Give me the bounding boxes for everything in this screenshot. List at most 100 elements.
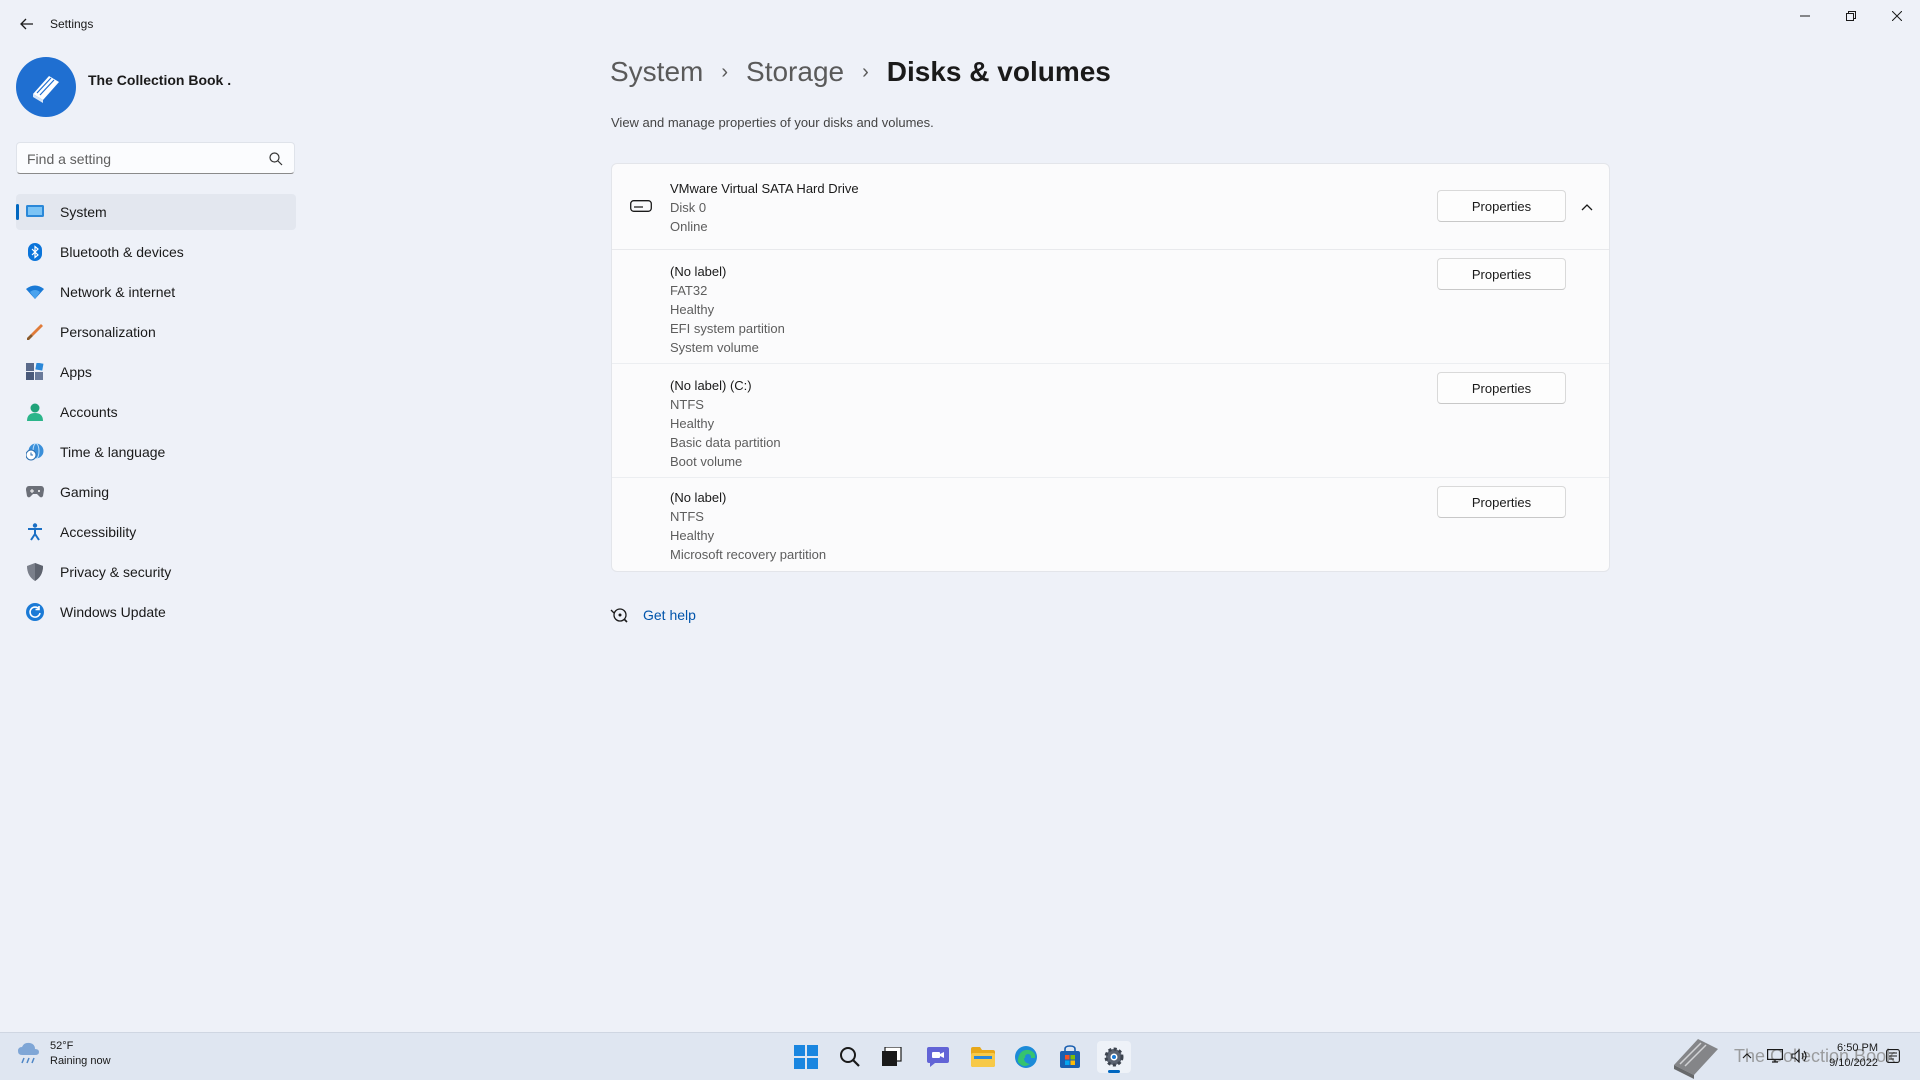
disk-info: VMware Virtual SATA Hard Drive Disk 0 On… — [670, 179, 859, 236]
tray-overflow-button[interactable] — [1738, 1047, 1756, 1065]
disk-number: Disk 0 — [670, 200, 707, 215]
rain-cloud-icon — [18, 1042, 39, 1064]
close-button[interactable] — [1874, 0, 1920, 32]
sidebar-item-label: Apps — [60, 364, 92, 380]
sidebar-item-label: Bluetooth & devices — [60, 244, 184, 260]
volume-health: Healthy — [670, 416, 715, 431]
page-subtitle: View and manage properties of your disks… — [611, 115, 934, 130]
avatar[interactable] — [16, 57, 76, 117]
shield-icon — [26, 563, 44, 581]
sidebar-item-personalization[interactable]: Personalization — [16, 314, 296, 350]
sidebar-item-accessibility[interactable]: Accessibility — [16, 514, 296, 550]
taskbar-clock[interactable]: 6:50 PM 9/10/2022 — [1808, 1041, 1878, 1071]
back-button[interactable] — [14, 12, 40, 36]
update-icon — [26, 603, 44, 621]
store-icon — [1060, 1045, 1080, 1068]
search-box[interactable] — [16, 142, 295, 174]
volume-tray-button[interactable] — [1790, 1047, 1808, 1065]
book-logo-icon — [1674, 1039, 1718, 1079]
sidebar-item-bluetooth[interactable]: Bluetooth & devices — [16, 234, 296, 270]
sidebar-item-label: Privacy & security — [60, 564, 172, 580]
volume-properties-button[interactable]: Properties — [1437, 372, 1566, 404]
disk-properties-button[interactable]: Properties — [1437, 190, 1566, 222]
task-view-button[interactable] — [875, 1041, 909, 1073]
volume-info: (No label) NTFS Healthy Microsoft recove… — [670, 488, 826, 564]
volume-label: (No label) — [670, 264, 727, 279]
notification-icon — [1886, 1049, 1900, 1063]
sidebar-item-label: Accounts — [60, 404, 118, 420]
wifi-icon — [26, 283, 44, 301]
minimize-button[interactable] — [1782, 0, 1828, 32]
edge-button[interactable] — [1009, 1041, 1043, 1073]
notification-button[interactable] — [1884, 1047, 1902, 1065]
volume-info: (No label) (C:) NTFS Healthy Basic data … — [670, 376, 781, 471]
taskbar-search-button[interactable] — [833, 1041, 867, 1073]
store-button[interactable] — [1053, 1041, 1087, 1073]
volume-properties-button[interactable]: Properties — [1437, 258, 1566, 290]
get-help-label: Get help — [643, 607, 696, 623]
breadcrumb-storage[interactable]: Storage — [746, 56, 844, 88]
profile-name: The Collection Book . — [88, 72, 232, 88]
monitor-icon — [26, 203, 44, 221]
restore-button[interactable] — [1828, 0, 1874, 32]
minimize-icon — [1800, 15, 1810, 17]
sidebar-item-label: Personalization — [60, 324, 156, 340]
sidebar-item-system[interactable]: System — [16, 194, 296, 230]
weather-widget[interactable]: 52°F Raining now — [16, 1039, 111, 1069]
volume-row-3: (No label) NTFS Healthy Microsoft recove… — [612, 478, 1609, 571]
bluetooth-icon — [26, 243, 44, 261]
start-button[interactable] — [789, 1041, 823, 1073]
edge-icon — [1015, 1046, 1037, 1068]
search-icon — [269, 152, 283, 166]
volume-properties-button[interactable]: Properties — [1437, 486, 1566, 518]
get-help-link[interactable]: Get help — [610, 606, 696, 624]
network-monitor-icon — [1767, 1049, 1783, 1063]
hard-drive-icon — [630, 200, 652, 212]
brush-icon — [26, 323, 44, 341]
volume-filesystem: NTFS — [670, 509, 704, 524]
search-input[interactable] — [27, 149, 267, 169]
apps-icon — [26, 363, 44, 381]
sidebar-item-label: System — [60, 204, 107, 220]
sidebar-item-label: Time & language — [60, 444, 166, 460]
weather-description: Raining now — [50, 1055, 111, 1067]
close-icon — [1892, 11, 1902, 21]
disk-header[interactable]: VMware Virtual SATA Hard Drive Disk 0 On… — [612, 164, 1609, 250]
volume-label: (No label) — [670, 490, 727, 505]
sidebar-item-label: Network & internet — [60, 284, 176, 300]
disk-status: Online — [670, 219, 708, 234]
volume-filesystem: NTFS — [670, 397, 704, 412]
volume-row-2: (No label) (C:) NTFS Healthy Basic data … — [612, 364, 1609, 478]
sidebar-item-accounts[interactable]: Accounts — [16, 394, 296, 430]
speaker-icon — [1791, 1049, 1807, 1063]
sidebar-item-time-language[interactable]: Time & language — [16, 434, 296, 470]
breadcrumb-system[interactable]: System — [610, 56, 703, 88]
sidebar-item-windows-update[interactable]: Windows Update — [16, 594, 296, 630]
taskbar: 52°F Raining now The Collection Book 6:5 — [0, 1032, 1920, 1080]
collapse-button[interactable] — [1578, 198, 1596, 216]
task-view-icon — [882, 1047, 902, 1066]
sidebar-item-apps[interactable]: Apps — [16, 354, 296, 390]
person-icon — [26, 403, 44, 421]
app-title: Settings — [50, 17, 94, 31]
windows-logo-icon — [794, 1045, 818, 1069]
globe-clock-icon — [26, 443, 44, 461]
chat-button[interactable] — [921, 1041, 955, 1073]
volume-row-1: (No label) FAT32 Healthy EFI system part… — [612, 250, 1609, 364]
disk-card: VMware Virtual SATA Hard Drive Disk 0 On… — [611, 163, 1610, 572]
network-tray-button[interactable] — [1766, 1047, 1784, 1065]
volume-label: (No label) (C:) — [670, 378, 752, 393]
settings-taskbar-button[interactable] — [1097, 1041, 1131, 1073]
book-icon — [33, 76, 59, 103]
accessibility-icon — [26, 523, 44, 541]
volume-info: (No label) FAT32 Healthy EFI system part… — [670, 262, 785, 357]
sidebar-item-gaming[interactable]: Gaming — [16, 474, 296, 510]
volume-health: Healthy — [670, 302, 715, 317]
volume-partition-type: EFI system partition — [670, 321, 785, 336]
folder-icon — [971, 1047, 995, 1067]
page-title: Disks & volumes — [886, 56, 1111, 87]
file-explorer-button[interactable] — [966, 1041, 1000, 1073]
sidebar-item-network[interactable]: Network & internet — [16, 274, 296, 310]
volume-role: System volume — [670, 340, 759, 355]
sidebar-item-privacy[interactable]: Privacy & security — [16, 554, 296, 590]
